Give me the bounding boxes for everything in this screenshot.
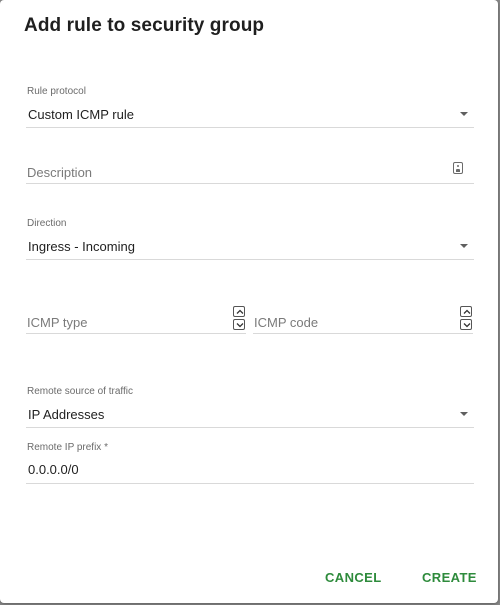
direction-value: Ingress - Incoming <box>28 239 135 254</box>
remote-source-value: IP Addresses <box>28 407 105 422</box>
add-rule-dialog: Add rule to security group Rule protocol… <box>0 0 498 603</box>
remote-ip-prefix-input[interactable]: Remote IP prefix * 0.0.0.0/0 <box>26 442 474 484</box>
contact-card-icon[interactable] <box>453 162 463 174</box>
increment-button[interactable] <box>460 306 472 317</box>
icmp-code-placeholder: ICMP code <box>254 315 319 330</box>
dialog-title: Add rule to security group <box>24 15 265 36</box>
rule-protocol-label: Rule protocol <box>27 86 86 97</box>
chevron-down-icon <box>236 322 243 327</box>
cancel-button[interactable]: CANCEL <box>325 570 382 585</box>
icmp-type-stepper[interactable] <box>233 306 245 332</box>
direction-label: Direction <box>27 218 67 229</box>
increment-button[interactable] <box>233 306 245 317</box>
description-input[interactable]: Description <box>26 160 474 184</box>
chevron-down-icon <box>460 244 468 248</box>
rule-protocol-select[interactable]: Rule protocol Custom ICMP rule <box>26 86 474 128</box>
chevron-down-icon <box>460 412 468 416</box>
rule-protocol-value: Custom ICMP rule <box>28 107 134 122</box>
chevron-up-icon <box>463 309 470 314</box>
create-button[interactable]: CREATE <box>422 570 477 585</box>
remote-ip-prefix-label: Remote IP prefix * <box>27 442 108 453</box>
decrement-button[interactable] <box>233 319 245 330</box>
remote-source-select[interactable]: Remote source of traffic IP Addresses <box>26 386 474 428</box>
icmp-code-stepper[interactable] <box>460 306 472 332</box>
chevron-down-icon <box>460 112 468 116</box>
remote-ip-prefix-value: 0.0.0.0/0 <box>28 462 79 477</box>
remote-source-label: Remote source of traffic <box>27 386 133 397</box>
description-placeholder: Description <box>27 165 93 180</box>
icmp-type-placeholder: ICMP type <box>27 315 88 330</box>
chevron-up-icon <box>236 309 243 314</box>
icmp-code-input[interactable]: ICMP code <box>253 306 473 334</box>
direction-select[interactable]: Direction Ingress - Incoming <box>26 218 474 260</box>
chevron-down-icon <box>463 322 470 327</box>
decrement-button[interactable] <box>460 319 472 330</box>
icmp-type-input[interactable]: ICMP type <box>26 306 246 334</box>
